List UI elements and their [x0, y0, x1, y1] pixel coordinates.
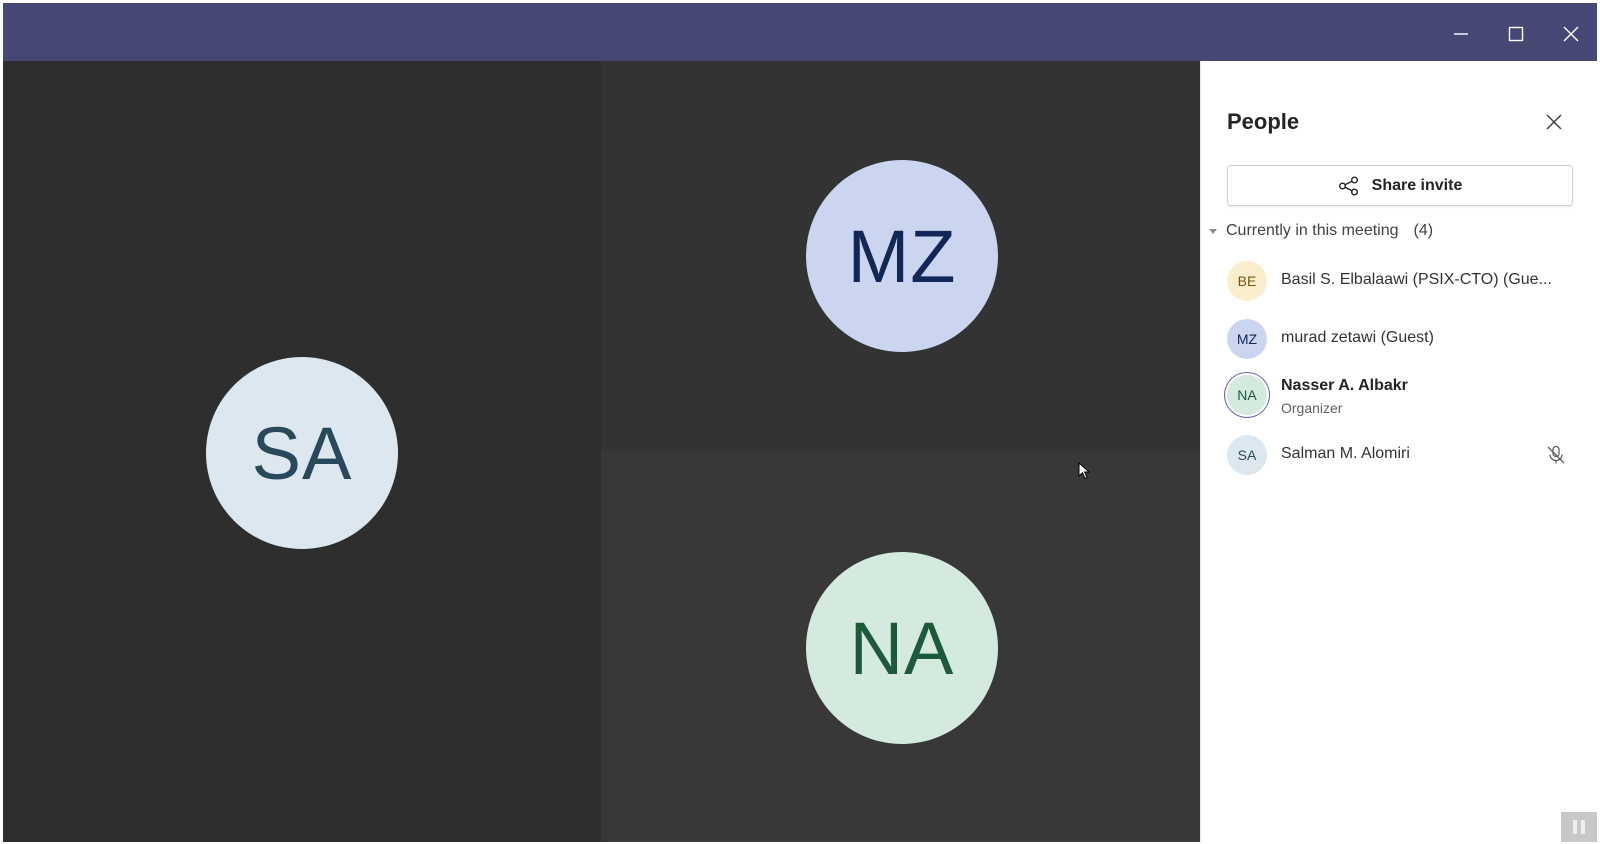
participant-name: murad zetawi (Guest) [1281, 329, 1434, 346]
participant-name: Salman M. Alomiri [1281, 445, 1410, 462]
participant-name: Nasser A. Albakr [1281, 377, 1408, 394]
participant-name: Basil S. Elbalaawi (PSIX-CTO) (Gue... [1281, 271, 1552, 288]
maximize-button[interactable] [1499, 17, 1533, 51]
pause-button[interactable] [1561, 812, 1597, 842]
video-stage: SA MZ NA [3, 61, 1200, 842]
title-bar [3, 3, 1597, 61]
participant-item[interactable]: MZ murad zetawi (Guest) [1227, 317, 1587, 361]
video-tile-na[interactable]: NA [601, 451, 1200, 842]
minimize-icon [1454, 33, 1468, 35]
share-invite-label: Share invite [1371, 176, 1463, 194]
participant-item[interactable]: NA Nasser A. Albakr Organizer [1227, 373, 1587, 417]
participant-count: (4) [1413, 222, 1434, 239]
video-tile-mz[interactable]: MZ [601, 61, 1200, 451]
pause-bar [1581, 820, 1585, 834]
avatar: SA [1227, 435, 1267, 475]
avatar: NA [806, 552, 998, 744]
maximize-icon [1508, 26, 1524, 42]
panel-title: People [1227, 109, 1300, 134]
mouse-cursor-icon [1078, 462, 1090, 480]
participant-item[interactable]: BE Basil S. Elbalaawi (PSIX-CTO) (Gue... [1227, 259, 1587, 303]
avatar: MZ [806, 160, 998, 352]
avatar: SA [206, 357, 398, 549]
window-close-button[interactable] [1554, 17, 1588, 51]
meeting-section-toggle[interactable]: Currently in this meeting (4) [1209, 219, 1433, 243]
close-icon [1546, 114, 1562, 130]
avatar: MZ [1227, 319, 1267, 359]
video-tile-sa[interactable]: SA [3, 61, 601, 842]
chevron-down-icon [1209, 228, 1217, 234]
panel-close-button[interactable] [1542, 110, 1566, 134]
pause-bar [1573, 820, 1577, 834]
share-invite-button[interactable]: Share invite [1227, 165, 1573, 206]
minimize-button[interactable] [1444, 17, 1478, 51]
share-icon [1338, 176, 1358, 195]
mic-off-icon [1547, 445, 1565, 464]
participant-item[interactable]: SA Salman M. Alomiri [1227, 433, 1587, 477]
section-label: Currently in this meeting [1226, 222, 1399, 239]
people-panel: People Share invite Currently in this me… [1200, 61, 1597, 842]
avatar: NA [1227, 375, 1267, 415]
close-icon [1563, 26, 1579, 42]
participant-role: Organizer [1281, 400, 1343, 416]
avatar: BE [1227, 261, 1267, 301]
